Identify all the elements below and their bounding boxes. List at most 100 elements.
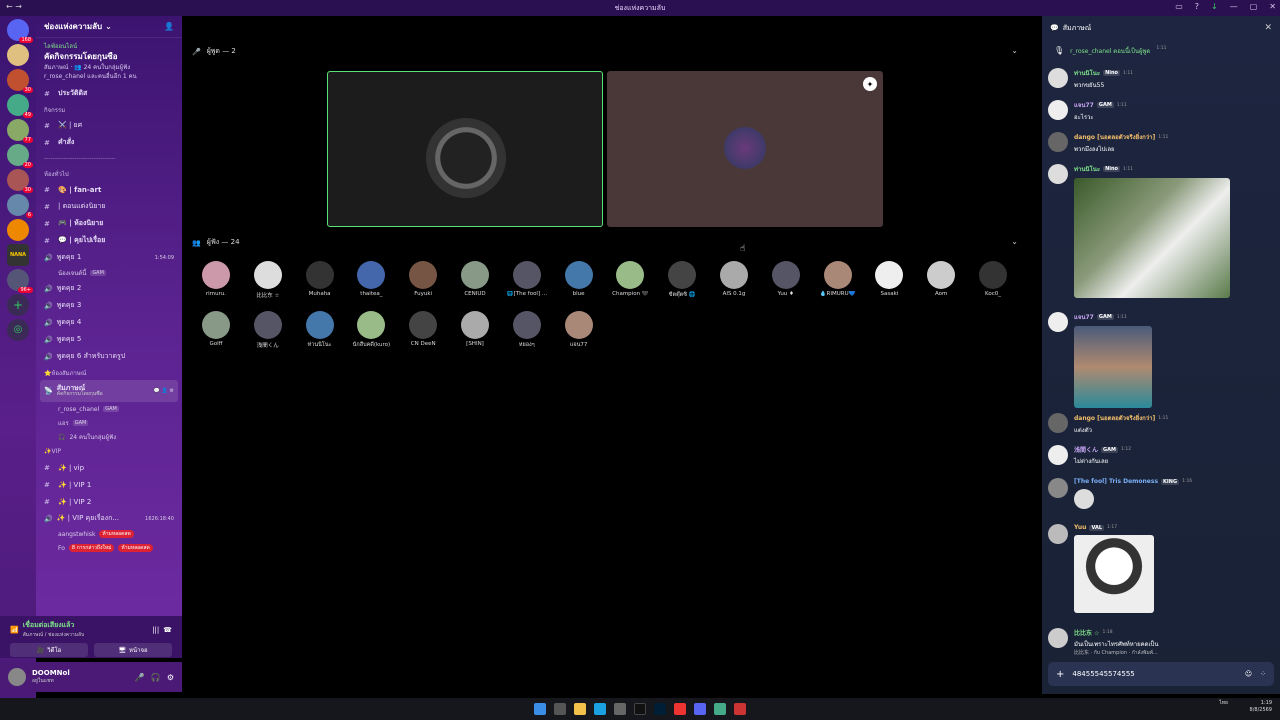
download-icon[interactable]: ↓ xyxy=(1211,2,1218,11)
server-icon[interactable]: 96+ xyxy=(7,269,33,293)
server-icon[interactable]: 77 xyxy=(7,119,33,143)
audience-member[interactable]: thaitea_ xyxy=(351,261,391,297)
server-icon[interactable]: 6 xyxy=(7,194,33,218)
discover-icon[interactable]: ◎ xyxy=(7,319,29,341)
stage-channel[interactable]: 📡 สัมภาษณ์ คัดกิจกรรมโดยกุนซือ 💬 👤 ⚙ xyxy=(40,380,178,402)
message-input[interactable]: + 48455545574555 ☺ ⁘ xyxy=(1048,662,1274,686)
audience-member[interactable]: AIS 0.1g xyxy=(714,261,754,297)
microphone-icon[interactable]: 🎤 xyxy=(135,673,145,682)
close-icon[interactable]: ✕ xyxy=(1264,23,1272,33)
avatar[interactable] xyxy=(1048,100,1068,120)
chevron-down-icon[interactable]: ⌄ xyxy=(1011,237,1018,246)
audience-member[interactable]: Muhaha xyxy=(300,261,340,297)
voice-channel-2[interactable]: 🔊 พูดคุย 2 xyxy=(36,280,182,297)
audience-member[interactable]: Sasaki xyxy=(869,261,909,297)
file-explorer-icon[interactable] xyxy=(574,703,586,715)
speaker-tile[interactable]: ✦ xyxy=(607,71,883,227)
start-icon[interactable] xyxy=(534,703,546,715)
server-icon[interactable]: 30 xyxy=(7,169,33,193)
server-icon[interactable]: 20 xyxy=(7,144,33,168)
channel-novel-open[interactable]: # | ตอนแต่งนิยาย xyxy=(36,198,182,215)
channel-vip2[interactable]: # ✨ | VIP 2 xyxy=(36,493,182,510)
audience-member[interactable]: 💧RIMURU💙 xyxy=(818,261,858,297)
channel-vip1[interactable]: # ✨ | VIP 1 xyxy=(36,476,182,493)
eagle-image[interactable] xyxy=(1074,178,1230,298)
server-icon[interactable]: 30 xyxy=(7,69,33,93)
chevron-down-icon[interactable]: ⌄ xyxy=(1011,46,1018,55)
audience-member[interactable]: 比比东 ☆ xyxy=(248,261,288,299)
chat-message[interactable]: Yuu VAL 1:17 xyxy=(1048,524,1274,613)
voice-channel-6[interactable]: 🔊 พูดคุย 6 สำหรับวาดรูป xyxy=(36,348,182,365)
stage-user[interactable]: แอร GAM xyxy=(36,416,182,430)
audience-member[interactable]: CN DeeN xyxy=(403,311,443,347)
audience-member[interactable]: ท่านนิโนะ xyxy=(300,311,340,349)
stage-settings-icons[interactable]: 💬 👤 ⚙ xyxy=(154,388,174,394)
unread-mentions-toast[interactable]: 8 การกล่าวถึงใหม่ xyxy=(68,544,115,552)
audience-member[interactable]: หยองๆ xyxy=(507,311,547,349)
voice-location[interactable]: สัมภาษณ์ / ช่องแห่งความลับ xyxy=(23,631,85,639)
channel-fanart[interactable]: # 🎨 | fan-art xyxy=(36,181,182,198)
photoshop-icon[interactable] xyxy=(654,703,666,715)
chat-message[interactable]: ท่านนิโนะ Nino 1:11 พวกขยัน55 xyxy=(1048,68,1274,90)
emoji-icon[interactable]: ☺ xyxy=(1245,670,1252,678)
server-icon[interactable]: 49 xyxy=(7,94,33,118)
audience-member[interactable]: Aom xyxy=(921,261,961,297)
category-stage[interactable]: ⭐ห้องสัมภาษณ์ xyxy=(36,365,182,380)
audience-member[interactable]: rimuru. xyxy=(196,261,236,297)
live-event-card[interactable]: ไลฟ์ออนไลน์ คัดกิจกรรมโดยกุนซือ สัมภาษณ์… xyxy=(36,38,182,85)
app-icon[interactable] xyxy=(714,703,726,715)
channel-role[interactable]: # ⚔️ | ยศ xyxy=(36,117,182,134)
voice-channel-vip[interactable]: 🔊 ✨ | VIP คุยเรื่องก... 1626:18:40 xyxy=(36,510,182,527)
avatar[interactable] xyxy=(1048,132,1068,152)
voice-channel-1[interactable]: 🔊 พูดคุย 1 1:54:09 xyxy=(36,249,182,266)
category-rules[interactable]: กิจกรรม xyxy=(36,102,182,117)
anime-sticker-image[interactable] xyxy=(1074,535,1154,613)
plus-icon[interactable]: + xyxy=(1056,669,1064,680)
voice-channel-3[interactable]: 🔊 พูดคุย 3 xyxy=(36,297,182,314)
stage-user[interactable]: r_rose_chanel GAM xyxy=(36,402,182,416)
audience-member[interactable]: ซี่ตตุ๊ตซิ 🌐 xyxy=(662,261,702,299)
chat-message[interactable]: 比比东 ☆ 1:18 มันเป็นเพราะไทรศัพท์หายคดเป็น 比… xyxy=(1048,628,1274,657)
headphones-icon[interactable]: 🎧 xyxy=(151,673,161,682)
help-icon[interactable]: ? xyxy=(1195,2,1199,11)
avatar[interactable] xyxy=(1048,628,1068,648)
app-icon[interactable] xyxy=(734,703,746,715)
apps-icon[interactable]: ⁘ xyxy=(1260,670,1266,678)
audience-member[interactable]: Fuyuki xyxy=(403,261,443,297)
maximize-button[interactable]: ▢ xyxy=(1250,2,1258,11)
voice-user[interactable]: น้องเจนต์นี้ GAM xyxy=(36,266,182,280)
channel-commands[interactable]: # คำสั่ง xyxy=(36,134,182,151)
audience-member[interactable]: แจน77 xyxy=(559,311,599,349)
chat-message[interactable]: ท่านนิโนะ Nino 1:11 xyxy=(1048,164,1274,298)
channel-novel[interactable]: # 🎮 | ห้องนิยาย xyxy=(36,215,182,232)
audience-member[interactable]: Koc0_ xyxy=(973,261,1013,297)
disconnect-icon[interactable]: ☎ xyxy=(163,626,172,634)
chat-message[interactable]: แจน77 GAM 1:11 อะไรวะ xyxy=(1048,100,1274,122)
screen-share-button[interactable]: 🖥 หน้าจอ xyxy=(94,643,172,657)
chrome-icon[interactable] xyxy=(674,703,686,715)
audience-member[interactable]: 🌐[The fool] ... xyxy=(507,261,547,297)
audience-member[interactable]: CENIUD xyxy=(455,261,495,297)
channel-vip[interactable]: # ✨ | vip xyxy=(36,459,182,476)
edge-icon[interactable] xyxy=(594,703,606,715)
noise-suppression-icon[interactable]: ||| xyxy=(152,626,159,634)
minimize-button[interactable]: — xyxy=(1230,2,1238,11)
sticker-image[interactable] xyxy=(1074,489,1094,509)
server-icon[interactable] xyxy=(7,219,29,241)
category-vip[interactable]: ✨VIP xyxy=(36,444,182,459)
avatar[interactable] xyxy=(1048,68,1068,88)
channel-history[interactable]: # ประวัติดิส xyxy=(36,85,182,102)
audience-member[interactable]: Golff xyxy=(196,311,236,347)
audience-member[interactable]: Yuu ♦ xyxy=(766,261,806,297)
voice-user[interactable]: aangstwhisk ห้ามหลอดสด xyxy=(36,527,182,541)
chat-message[interactable]: แจน77 GAM 1:11 xyxy=(1048,312,1274,408)
discord-icon[interactable] xyxy=(694,703,706,715)
avatar[interactable] xyxy=(1048,312,1068,332)
store-icon[interactable] xyxy=(614,703,626,715)
audience-member[interactable]: 浅間くん xyxy=(248,311,288,349)
system-tray[interactable]: ไทย 1:19 8/8/2569 xyxy=(1219,700,1272,714)
chat-message[interactable]: 浅間くん GAM 1:12 ไม่ต่างกันเลย xyxy=(1048,445,1274,466)
gear-icon[interactable]: ⚙ xyxy=(167,673,174,682)
server-header[interactable]: ช่องแห่งความลับ ⌄ 👤 xyxy=(36,16,182,38)
voice-channel-5[interactable]: 🔊 พูดคุย 5 xyxy=(36,331,182,348)
